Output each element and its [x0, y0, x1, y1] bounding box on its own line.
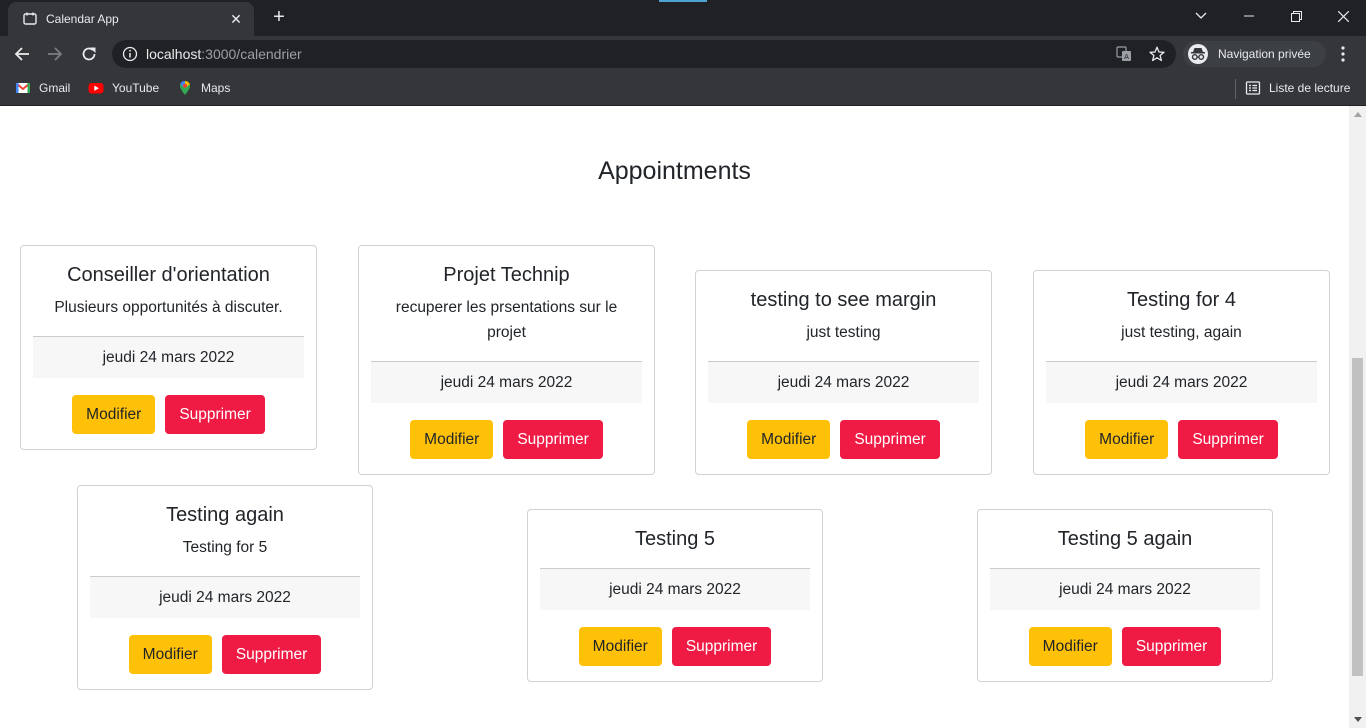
appointment-title: Testing for 4 — [1127, 289, 1236, 311]
bookmarks-divider — [1235, 79, 1236, 99]
edit-button[interactable]: Modifier — [747, 420, 831, 459]
incognito-profile-button[interactable]: Navigation privée — [1183, 41, 1326, 67]
minimize-button[interactable] — [1226, 0, 1272, 32]
edit-button[interactable]: Modifier — [1028, 627, 1112, 666]
browser-tab[interactable]: Calendar App ✕ — [8, 2, 254, 36]
edit-button[interactable]: Modifier — [410, 420, 494, 459]
bookmark-label: YouTube — [112, 81, 160, 95]
appointment-card: Testing for 4 just testing, again jeudi … — [1033, 270, 1330, 475]
appointment-card: Testing 5 jeudi 24 mars 2022 Modifier Su… — [527, 509, 823, 682]
delete-button[interactable]: Supprimer — [671, 627, 772, 666]
browser-tab-strip: Calendar App ✕ + — [0, 0, 1366, 36]
page-icon — [22, 11, 38, 27]
scroll-up-icon[interactable] — [1349, 106, 1366, 123]
appointment-card: Conseiller d'orientation Plusieurs oppor… — [20, 245, 317, 450]
page-title: Appointments — [598, 157, 751, 185]
url-text: localhost:3000/calendrier — [146, 46, 302, 62]
scroll-down-icon[interactable] — [1349, 711, 1366, 728]
incognito-icon — [1188, 44, 1208, 64]
appointment-date: jeudi 24 mars 2022 — [540, 568, 810, 610]
edit-button[interactable]: Modifier — [578, 627, 662, 666]
appointment-card: Testing 5 again jeudi 24 mars 2022 Modif… — [977, 509, 1273, 682]
bookmark-label: Gmail — [39, 81, 71, 95]
close-window-button[interactable] — [1320, 0, 1366, 32]
restore-button[interactable] — [1273, 0, 1319, 32]
close-tab-icon[interactable]: ✕ — [228, 11, 244, 28]
scrollbar-thumb[interactable] — [1352, 358, 1363, 676]
site-info-icon[interactable] — [122, 46, 138, 62]
appointment-title: Testing 5 again — [1057, 528, 1193, 550]
appointment-date: jeudi 24 mars 2022 — [990, 568, 1260, 610]
translate-icon[interactable]: A — [1116, 46, 1132, 62]
appointment-date: jeudi 24 mars 2022 — [33, 336, 304, 378]
back-button[interactable] — [8, 40, 36, 68]
svg-text:A: A — [1124, 53, 1129, 61]
appointment-card: testing to see margin just testing jeudi… — [695, 270, 992, 475]
appointment-card: Testing again Testing for 5 jeudi 24 mar… — [77, 485, 373, 690]
youtube-icon — [88, 80, 104, 96]
appointment-description: just testing, again — [1121, 324, 1242, 341]
appointment-date: jeudi 24 mars 2022 — [708, 361, 979, 403]
appointment-title: Projet Technip — [443, 264, 570, 286]
bookmark-star-icon[interactable] — [1149, 46, 1165, 62]
edit-button[interactable]: Modifier — [128, 635, 212, 674]
delete-button[interactable]: Supprimer — [221, 635, 322, 674]
reading-list-button[interactable]: Liste de lecture — [1245, 79, 1350, 97]
new-tab-button[interactable]: + — [268, 6, 290, 28]
reading-list-icon — [1245, 80, 1261, 96]
page-viewport: Appointments Conseiller d'orientation Pl… — [0, 106, 1366, 728]
appointment-date: jeudi 24 mars 2022 — [1046, 361, 1317, 403]
appointment-title: Conseiller d'orientation — [67, 264, 270, 286]
tab-search-indicator — [659, 0, 707, 2]
bookmark-gmail[interactable]: Gmail — [15, 79, 70, 97]
appointment-description: Testing for 5 — [182, 539, 268, 556]
tab-search-chevron-icon[interactable] — [1178, 0, 1224, 32]
browser-menu-icon[interactable] — [1333, 44, 1353, 64]
edit-button[interactable]: Modifier — [72, 395, 156, 434]
appointment-title: Testing again — [166, 504, 284, 526]
url-host: localhost — [146, 46, 202, 62]
profile-label: Navigation privée — [1218, 47, 1311, 61]
appointment-date: jeudi 24 mars 2022 — [371, 361, 642, 403]
browser-toolbar: localhost:3000/calendrier A Navigation p… — [0, 36, 1366, 72]
appointment-title: testing to see margin — [750, 289, 937, 311]
delete-button[interactable]: Supprimer — [503, 420, 603, 459]
forward-button[interactable] — [41, 40, 69, 68]
reload-button[interactable] — [75, 40, 103, 68]
appointment-title: Testing 5 — [634, 528, 716, 550]
appointment-description: recuperer les prsentations sur le projet — [395, 299, 618, 341]
bookmark-maps[interactable]: Maps — [177, 79, 230, 97]
bookmarks-bar: Gmail YouTube Maps Liste de lecture — [0, 72, 1366, 106]
delete-button[interactable]: Supprimer — [1178, 420, 1278, 459]
reading-list-label: Liste de lecture — [1269, 81, 1351, 95]
edit-button[interactable]: Modifier — [1085, 420, 1169, 459]
bookmark-youtube[interactable]: YouTube — [88, 79, 159, 97]
tab-title: Calendar App — [46, 12, 119, 26]
delete-button[interactable]: Supprimer — [165, 395, 265, 434]
page-scrollbar[interactable] — [1349, 106, 1366, 728]
maps-icon — [177, 80, 193, 96]
appointment-description: Plusieurs opportunités à discuter. — [54, 299, 283, 316]
gmail-icon — [15, 80, 31, 96]
appointment-date: jeudi 24 mars 2022 — [90, 576, 360, 618]
delete-button[interactable]: Supprimer — [840, 420, 940, 459]
appointment-description: just testing — [806, 324, 881, 341]
url-path: :3000/calendrier — [201, 46, 302, 62]
bookmark-label: Maps — [201, 81, 231, 95]
delete-button[interactable]: Supprimer — [1121, 627, 1222, 666]
address-bar[interactable]: localhost:3000/calendrier A — [112, 40, 1176, 68]
appointment-card: Projet Technip recuperer les prsentation… — [358, 245, 655, 475]
